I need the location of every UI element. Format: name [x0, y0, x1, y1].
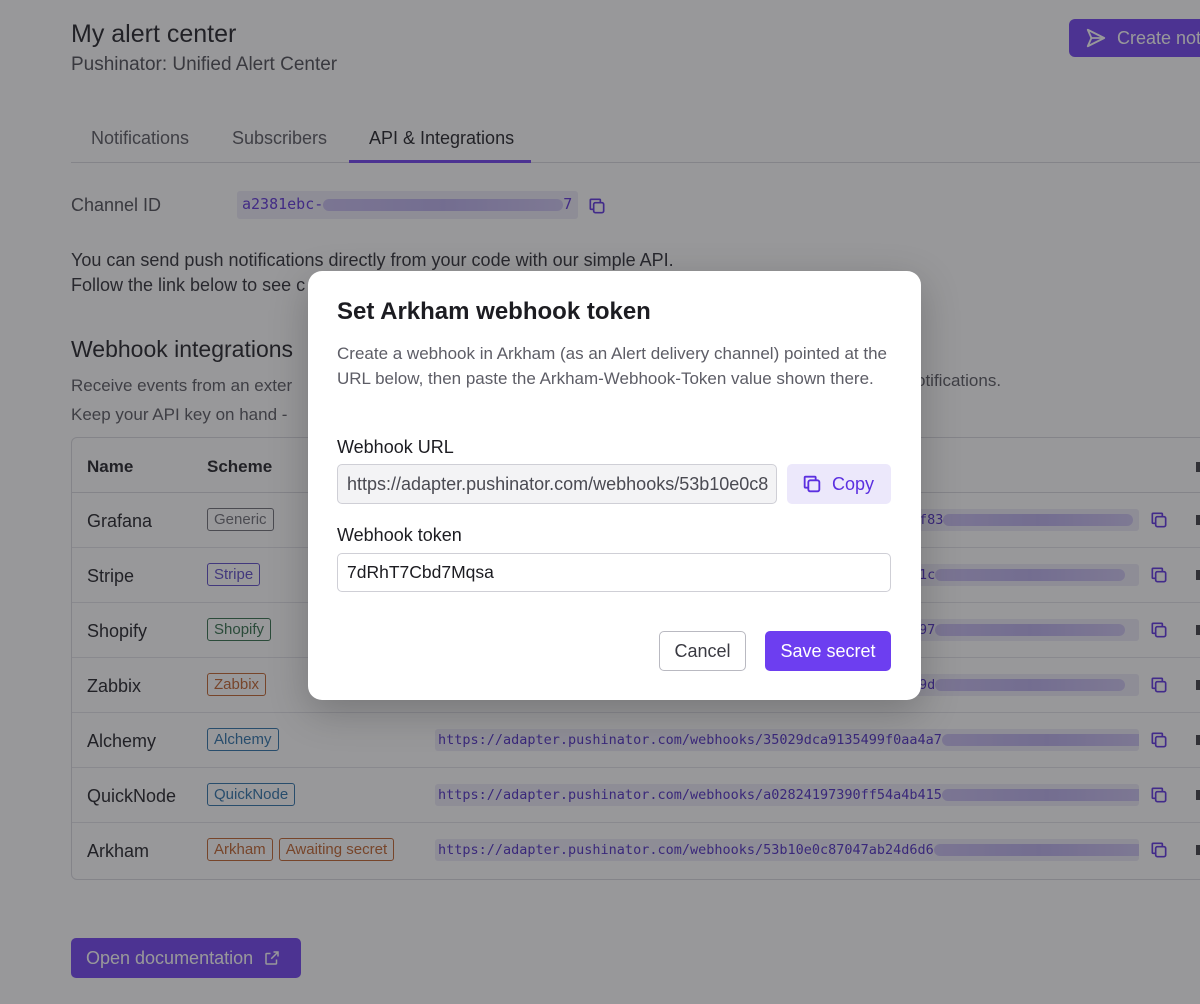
dialog-title: Set Arkham webhook token: [337, 298, 651, 325]
copy-icon: [803, 475, 821, 493]
copy-url-label: Copy: [832, 473, 875, 494]
page: My alert center Pushinator: Unified Aler…: [0, 0, 1200, 1004]
webhook-url-field[interactable]: https://adapter.pushinator.com/webhooks/…: [337, 464, 777, 504]
cancel-button[interactable]: Cancel: [659, 631, 746, 671]
dialog-description: Create a webhook in Arkham (as an Alert …: [337, 344, 887, 388]
webhook-url-label: Webhook URL: [337, 437, 454, 457]
copy-url-button[interactable]: Copy: [787, 464, 891, 504]
webhook-token-input[interactable]: [337, 553, 891, 592]
save-secret-button[interactable]: Save secret: [765, 631, 891, 671]
set-token-dialog: Set Arkham webhook token Create a webhoo…: [308, 271, 921, 700]
webhook-token-label: Webhook token: [337, 525, 462, 545]
